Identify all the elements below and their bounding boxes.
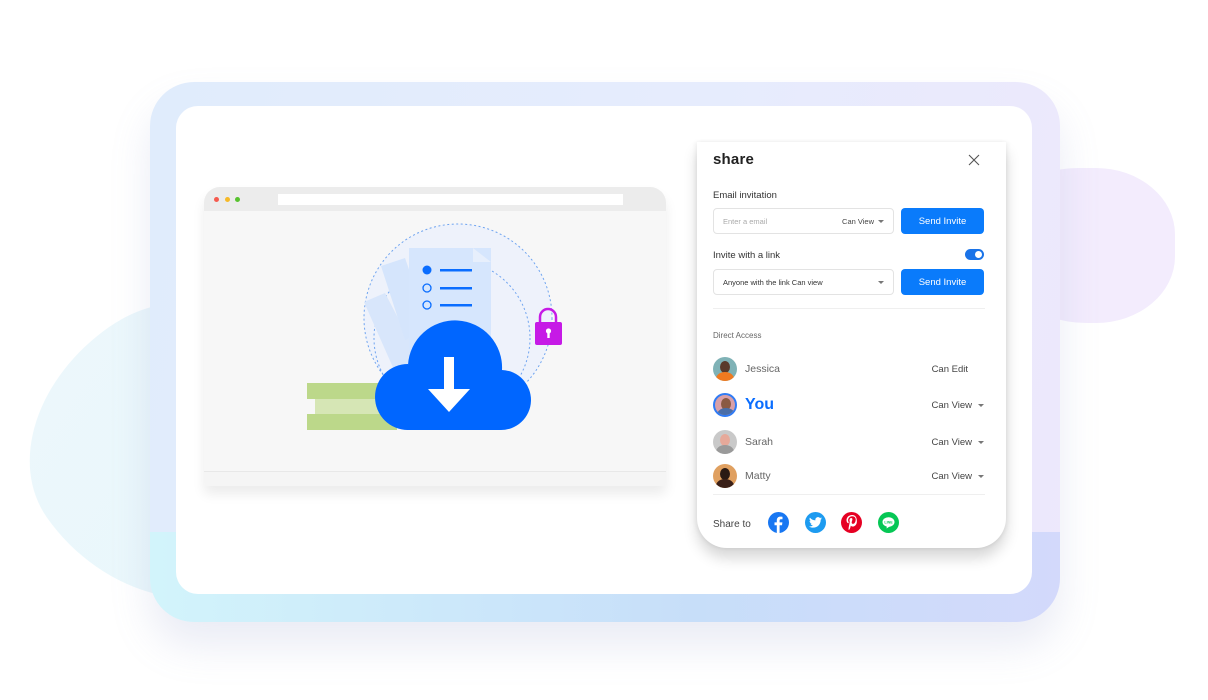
email-placeholder: Enter a email <box>723 216 768 226</box>
cloud-download-illustration <box>307 223 562 431</box>
avatar-body <box>717 408 735 415</box>
link-access-value: Anyone with the link Can view <box>723 277 823 287</box>
avatar-body <box>716 479 734 488</box>
pinterest-icon <box>846 515 857 530</box>
permission-label: Can Edit <box>932 364 984 375</box>
person-row-you: You Can View <box>713 392 984 418</box>
chevron-down-icon <box>978 403 984 407</box>
pinterest-share-button[interactable] <box>841 512 862 533</box>
divider <box>713 308 985 309</box>
share-dialog: share Email invitation Enter a email Can… <box>697 142 1006 548</box>
person-name: Matty <box>745 470 771 482</box>
permission-value: Can View <box>931 399 973 411</box>
dialog-title: share <box>713 151 755 168</box>
chevron-down-icon <box>878 219 884 223</box>
link-access-select[interactable]: Anyone with the link Can view <box>713 269 894 295</box>
person-name: Sarah <box>745 436 774 448</box>
email-permission-value: Can View <box>842 216 874 226</box>
direct-access-label: Direct Access <box>713 331 762 340</box>
twitter-icon <box>809 517 822 528</box>
permission-value: Can View <box>931 436 973 448</box>
divider <box>713 494 985 495</box>
svg-text:LINE: LINE <box>884 520 893 524</box>
chevron-down-icon <box>978 440 984 444</box>
twitter-share-button[interactable] <box>805 512 826 533</box>
line-icon: LINE <box>882 516 895 528</box>
avatar-you <box>713 393 737 417</box>
close-icon[interactable] <box>967 153 981 167</box>
avatar-body <box>716 445 734 454</box>
chevron-down-icon <box>978 474 984 478</box>
line-share-button[interactable]: LINE <box>878 512 899 533</box>
person-row-sarah: Sarah Can View <box>713 429 984 455</box>
person-name: You <box>745 396 775 413</box>
person-name: Jessica <box>745 363 781 375</box>
permission-value: Can View <box>931 470 973 482</box>
permission-select[interactable]: Can View <box>931 470 984 482</box>
avatar-jessica <box>713 357 737 381</box>
send-link-invite-button[interactable]: Send Invite <box>901 269 984 295</box>
link-sharing-toggle[interactable] <box>965 249 984 260</box>
permission-value: Can Edit <box>931 363 968 375</box>
email-invitation-label: Email invitation <box>713 190 777 201</box>
email-permission-select[interactable]: Can View <box>842 217 884 226</box>
share-to-label: Share to <box>713 519 751 530</box>
permission-select[interactable]: Can View <box>931 436 984 448</box>
avatar-matty <box>713 464 737 488</box>
chevron-down-icon <box>878 280 884 284</box>
avatar-sarah <box>713 430 737 454</box>
email-field[interactable]: Enter a email Can View <box>713 208 894 234</box>
person-row-jessica: Jessica Can Edit <box>713 356 984 382</box>
person-row-matty: Matty Can View <box>713 463 984 489</box>
link-invitation-label: Invite with a link <box>713 250 781 261</box>
facebook-icon <box>774 516 783 533</box>
facebook-share-button[interactable] <box>768 512 789 533</box>
avatar-body <box>716 372 734 381</box>
send-email-invite-button[interactable]: Send Invite <box>901 208 984 234</box>
permission-select[interactable]: Can View <box>931 399 984 411</box>
